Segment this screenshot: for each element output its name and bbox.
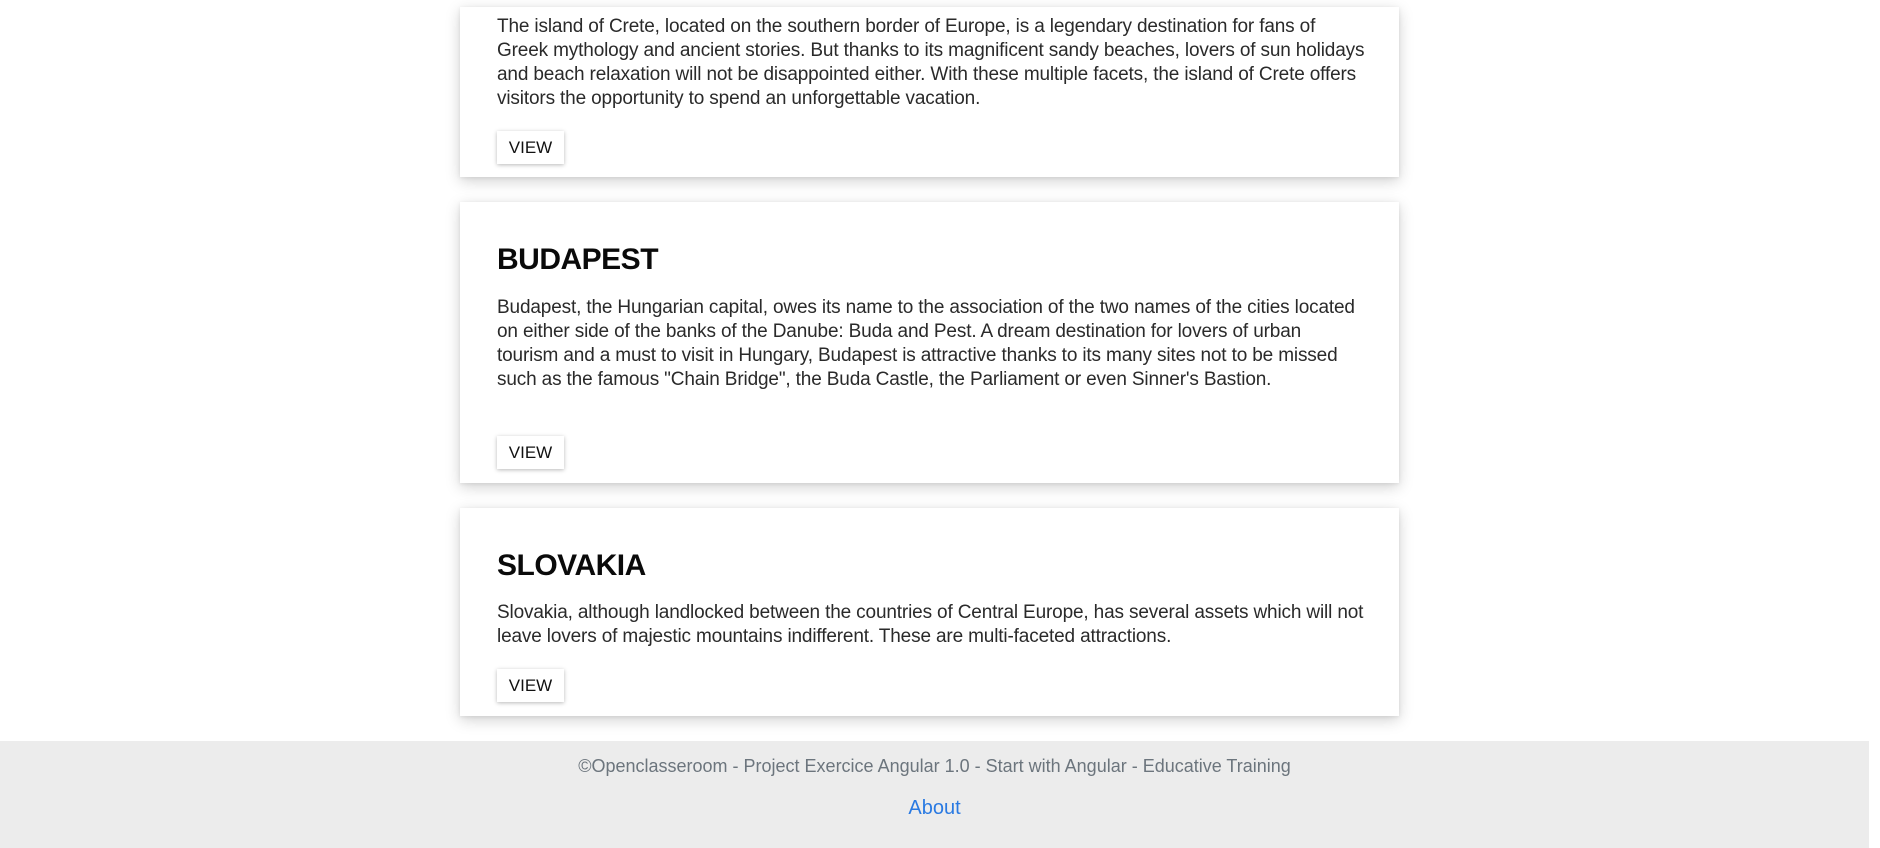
view-button[interactable]: VIEW — [497, 436, 564, 469]
destination-card-crete: The island of Crete, located on the sout… — [460, 7, 1399, 177]
destination-title: BUDAPEST — [497, 243, 659, 276]
page: The island of Crete, located on the sout… — [0, 0, 1880, 848]
footer: ©Openclasseroom - Project Exercice Angul… — [0, 741, 1869, 848]
footer-copyright: ©Openclasseroom - Project Exercice Angul… — [578, 756, 1291, 776]
about-link-container: About — [0, 794, 1869, 822]
destination-description: The island of Crete, located on the sout… — [497, 16, 1365, 109]
destination-card-slovakia: SLOVAKIA Slovakia, although landlocked b… — [460, 508, 1399, 716]
about-link[interactable]: About — [908, 797, 960, 819]
destination-description: Slovakia, although landlocked between th… — [497, 602, 1364, 647]
destination-title: SLOVAKIA — [497, 549, 646, 582]
destination-description: Budapest, the Hungarian capital, owes it… — [497, 297, 1355, 390]
view-button[interactable]: VIEW — [497, 131, 564, 164]
destination-card-budapest: BUDAPEST Budapest, the Hungarian capital… — [460, 202, 1399, 483]
view-button[interactable]: VIEW — [497, 669, 564, 702]
